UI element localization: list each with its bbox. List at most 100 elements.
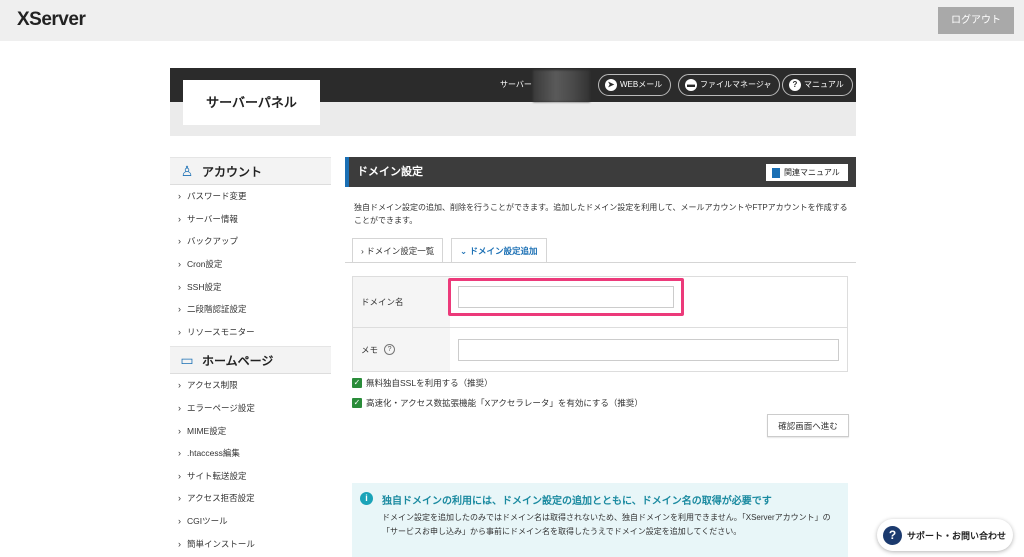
server-label: サーバー [500, 80, 532, 89]
chevron-down-icon: ⌄ [460, 246, 468, 256]
ssl-checkbox-label: 無料独自SSLを利用する（推奨） [366, 378, 493, 388]
domain-input-highlight [448, 278, 684, 316]
sidebar-item-label: MIME設定 [187, 425, 227, 436]
homepage-menu: › アクセス制限 › エラーページ設定 › MIME設定 › .htaccess編集 › サイト転… [170, 374, 331, 555]
sidebar-heading-label: アカウント [202, 164, 263, 179]
chevron-right-icon: › [178, 448, 181, 459]
sidebar-item[interactable]: › アクセス制限 [170, 374, 331, 397]
question-icon: ? [789, 78, 801, 91]
sidebar-item[interactable]: › エラーページ設定 [170, 397, 331, 420]
memo-label: メモ [361, 344, 379, 355]
support-label: サポート・お問い合わせ [907, 530, 1007, 541]
chevron-right-icon: › [178, 259, 181, 270]
chevron-right-icon: › [178, 493, 181, 504]
page-description: 独自ドメイン設定の追加、削除を行うことができます。追加したドメイン設定を利用して… [354, 203, 848, 225]
web-mail-button[interactable]: ➤ WEBメール [598, 74, 672, 96]
sidebar-item[interactable]: › サーバー情報 [170, 208, 331, 231]
sidebar-item-label: 二段階認証設定 [187, 304, 247, 315]
sidebar-item-label: パスワード変更 [187, 191, 247, 202]
sidebar-item[interactable]: › パスワード変更 [170, 185, 331, 208]
server-panel-title[interactable]: サーバーパネル [183, 80, 320, 125]
sidebar-item-label: エラーページ設定 [187, 403, 255, 414]
xaccel-checkbox-label: 高速化・アクセス数拡張機能「Xアクセラレータ」を有効にする（推奨） [366, 398, 643, 408]
chevron-right-icon: › [178, 403, 181, 414]
chevron-right-icon: › [178, 516, 181, 527]
sidebar-item[interactable]: › Cron設定 [170, 253, 331, 276]
file-manager-button[interactable]: ▬ ファイルマネージャ [678, 74, 781, 96]
sidebar-item[interactable]: › CGIツール [170, 510, 331, 533]
chevron-right-icon: › [178, 281, 181, 292]
sidebar-heading-homepage: ▭ ホームページ [170, 346, 331, 375]
help-icon[interactable]: ? [384, 344, 396, 355]
sidebar-item-label: Cron設定 [187, 259, 223, 270]
manual-button[interactable]: ? マニュアル [782, 74, 853, 96]
web-mail-label: WEBメール [620, 80, 663, 89]
tab-label: ドメイン設定追加 [469, 246, 538, 256]
send-icon: ➤ [605, 78, 617, 91]
sidebar-item-label: サイト転送設定 [187, 470, 247, 481]
tab-domain-list[interactable]: › ドメイン設定一覧 [352, 238, 444, 263]
sidebar-item[interactable]: › 二段階認証設定 [170, 298, 331, 321]
tab-domain-add[interactable]: ⌄ ドメイン設定追加 [451, 238, 547, 263]
form-row-memo: メモ ? [353, 328, 847, 371]
sidebar-item-label: サーバー情報 [187, 213, 238, 224]
sidebar-item[interactable]: › .htaccess編集 [170, 442, 331, 465]
chevron-right-icon: › [361, 246, 364, 256]
chevron-right-icon: › [178, 213, 181, 224]
user-icon: ♙ [180, 162, 194, 179]
info-title: 独自ドメインの利用には、ドメイン設定の追加とともに、ドメイン名の取得が必要です [382, 496, 772, 507]
related-manual-label: 関連マニュアル [784, 168, 840, 177]
info-box: i 独自ドメインの利用には、ドメイン設定の追加とともに、ドメイン名の取得が必要で… [352, 483, 848, 557]
chevron-right-icon: › [178, 236, 181, 247]
tab-divider [345, 262, 856, 263]
manual-label: マニュアル [804, 80, 844, 89]
sidebar-item-label: CGIツール [187, 516, 228, 527]
support-button[interactable]: ? サポート・お問い合わせ [877, 519, 1013, 551]
tab-label: ドメイン設定一覧 [366, 246, 435, 256]
sidebar-item-label: アクセス制限 [187, 380, 238, 391]
memo-input[interactable] [458, 339, 839, 361]
sidebar-heading-account: ♙ アカウント [170, 157, 331, 185]
sidebar-item[interactable]: › 簡単インストール [170, 532, 331, 555]
sidebar-item-label: SSH設定 [187, 281, 222, 292]
domain-label: ドメイン名 [353, 277, 450, 327]
account-menu: › パスワード変更 › サーバー情報 › バックアップ › Cron設定 › SSH設定 › 二段階認… [170, 185, 331, 343]
logout-button[interactable]: ログアウト [938, 7, 1014, 34]
chevron-right-icon: › [178, 425, 181, 436]
chevron-right-icon: › [178, 326, 181, 337]
chevron-right-icon: › [178, 380, 181, 391]
sidebar-heading-label: ホームページ [202, 353, 274, 368]
sidebar-item[interactable]: › SSH設定 [170, 275, 331, 298]
sidebar: ♙ アカウント › パスワード変更 › サーバー情報 › バックアップ › Cron設定 › SS… [170, 157, 331, 555]
related-manual-button[interactable]: 関連マニュアル [766, 164, 848, 181]
sidebar-item-label: アクセス拒否設定 [187, 493, 255, 504]
top-bar: XServer ログアウト [0, 0, 1024, 41]
book-icon [772, 167, 780, 178]
ssl-checkbox[interactable]: ✓ [352, 378, 362, 388]
info-text: ドメイン設定を追加したのみではドメイン名は取得されないため、独自ドメインを利用で… [382, 513, 831, 536]
chevron-right-icon: › [178, 191, 181, 202]
sidebar-item[interactable]: › リソースモニター [170, 321, 331, 344]
folder-icon: ▬ [685, 78, 697, 91]
sidebar-item-label: .htaccess編集 [187, 448, 240, 459]
question-icon: ? [883, 525, 902, 545]
file-manager-label: ファイルマネージャ [700, 80, 772, 89]
xaccel-checkbox-row[interactable]: ✓ 高速化・アクセス数拡張機能「Xアクセラレータ」を有効にする（推奨） [352, 397, 643, 409]
chevron-right-icon: › [178, 470, 181, 481]
xaccel-checkbox[interactable]: ✓ [352, 398, 362, 408]
browser-window-icon: ▭ [180, 351, 194, 368]
confirm-button[interactable]: 確認画面へ進む [767, 414, 849, 437]
info-icon: i [360, 492, 373, 505]
memo-label-cell: メモ ? [353, 328, 450, 371]
chevron-right-icon: › [178, 538, 181, 549]
sidebar-item[interactable]: › バックアップ [170, 230, 331, 253]
sidebar-item[interactable]: › サイト転送設定 [170, 465, 331, 488]
server-name-redacted [533, 70, 590, 102]
chevron-right-icon: › [178, 304, 181, 315]
sidebar-item-label: バックアップ [187, 236, 239, 247]
ssl-checkbox-row[interactable]: ✓ 無料独自SSLを利用する（推奨） [352, 377, 493, 389]
xserver-logo[interactable]: XServer [17, 9, 86, 31]
sidebar-item[interactable]: › アクセス拒否設定 [170, 487, 331, 510]
sidebar-item-label: リソースモニター [187, 326, 255, 337]
sidebar-item[interactable]: › MIME設定 [170, 419, 331, 442]
